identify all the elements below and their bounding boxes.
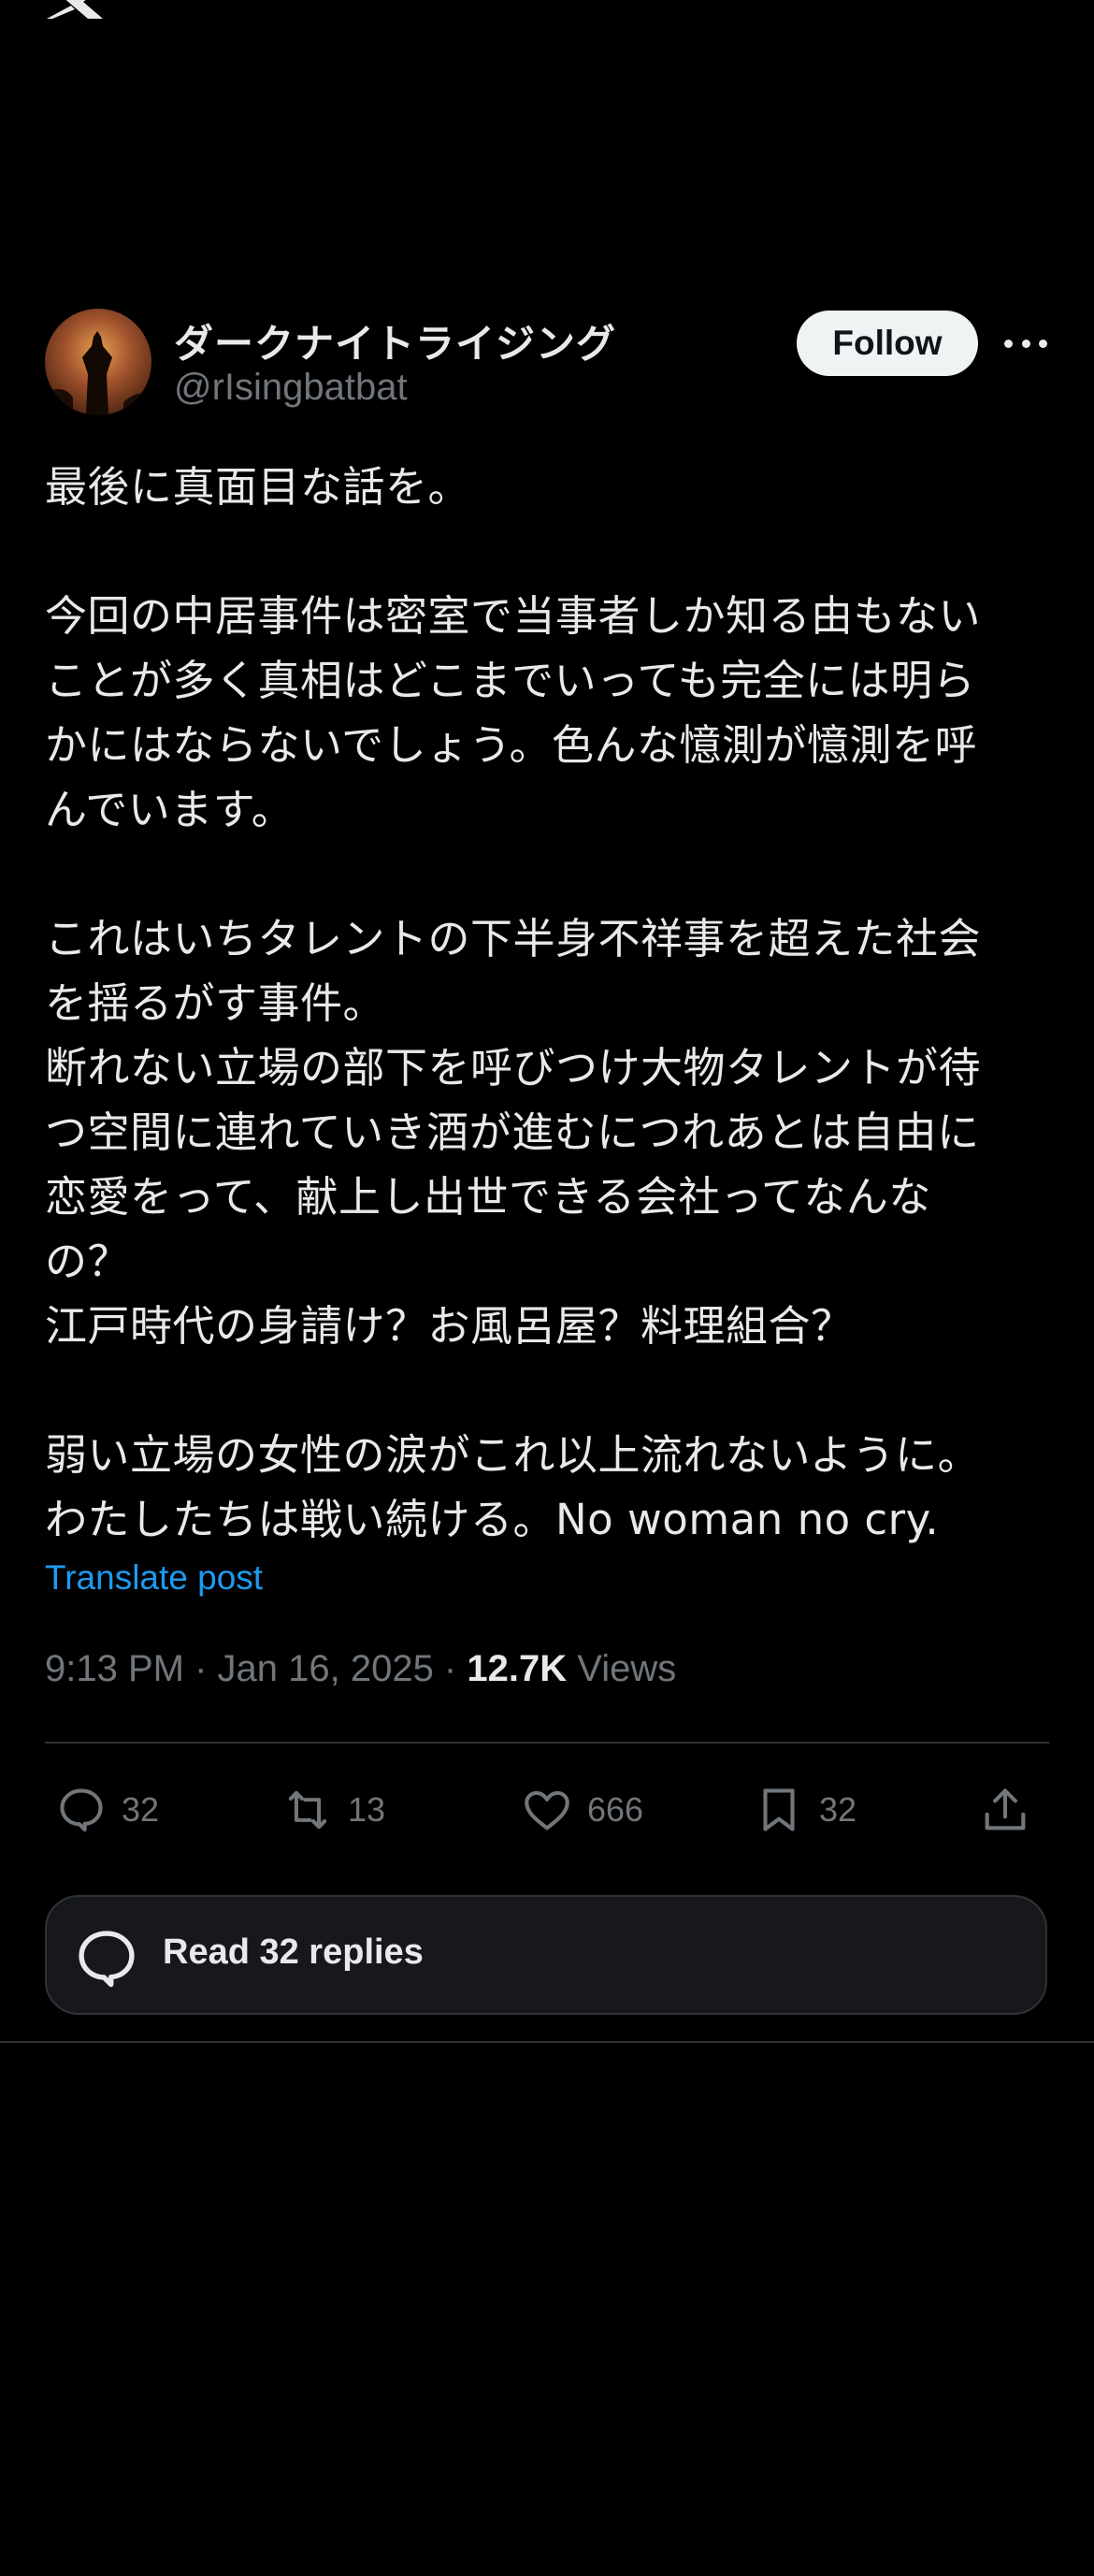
views-label: Views — [567, 1648, 677, 1689]
reply-icon — [60, 1788, 103, 1832]
timestamp[interactable]: 9:13 PM · Jan 16, 2025 · — [45, 1648, 467, 1689]
read-replies-button[interactable]: Read 32 replies — [45, 1895, 1047, 2015]
views-count: 12.7K — [467, 1648, 568, 1689]
like-button[interactable]: 666 — [520, 1777, 643, 1843]
more-icon[interactable] — [1004, 327, 1047, 359]
repost-button[interactable]: 13 — [281, 1777, 385, 1843]
bookmark-icon — [763, 1788, 795, 1831]
bookmark-count: 32 — [819, 1790, 857, 1829]
user-handle[interactable]: @rIsingbatbat — [174, 367, 408, 409]
reply-icon — [79, 1931, 135, 1988]
divider — [45, 1742, 1049, 1744]
repost-count: 13 — [348, 1790, 386, 1829]
action-bar: 32 13 666 32 — [45, 1777, 1049, 1843]
like-count: 666 — [587, 1790, 644, 1829]
tweet-meta: 9:13 PM · Jan 16, 2025 · 12.7K Views — [45, 1648, 676, 1690]
x-logo-icon[interactable] — [43, 0, 108, 21]
heart-icon — [525, 1790, 569, 1831]
reply-count: 32 — [122, 1790, 160, 1829]
tweet-header: ダークナイトライジング @rIsingbatbat Follow — [45, 309, 1049, 415]
tweet-text: 最後に真面目な話を。 今回の中居事件は密室で当事者しか知る由もない ことが多く真… — [45, 462, 982, 1544]
repost-icon — [288, 1790, 327, 1830]
reply-button[interactable]: 32 — [54, 1777, 159, 1843]
bookmark-button[interactable]: 32 — [752, 1777, 856, 1843]
translate-post-link[interactable]: Translate post — [45, 1558, 263, 1598]
divider — [0, 2041, 1094, 2043]
display-name[interactable]: ダークナイトライジング — [174, 312, 616, 369]
read-replies-label: Read 32 replies — [163, 1932, 424, 1972]
follow-button[interactable]: Follow — [797, 311, 978, 376]
avatar[interactable] — [45, 309, 151, 415]
share-button[interactable] — [978, 1777, 1045, 1843]
share-icon — [985, 1788, 1026, 1831]
